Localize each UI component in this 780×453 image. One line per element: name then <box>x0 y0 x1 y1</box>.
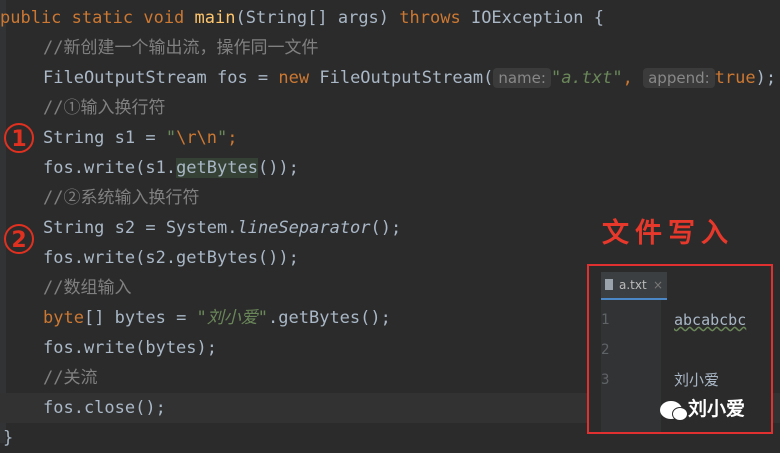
line-number: 2 <box>601 342 610 358</box>
file-line-2: 2 <box>601 335 771 365</box>
method-params: (String[] args) <box>235 8 390 28</box>
tab-a-txt[interactable]: a.txt × <box>601 272 667 300</box>
string-literal: "刘小爱" <box>196 308 269 328</box>
line-number: 3 <box>601 372 610 388</box>
comment: //关流 <box>43 368 98 388</box>
highlighted-method: getBytes <box>176 158 258 178</box>
wechat-icon <box>660 400 688 421</box>
code-text: ); <box>755 68 777 88</box>
string-literal: "a.txt" <box>550 68 623 88</box>
comment: //新创建一个输出流，操作同一文件 <box>43 38 319 58</box>
file-line-3: 3 刘小爱 <box>601 365 771 395</box>
code-text: [] bytes = <box>83 308 197 328</box>
code-text: fos.write(bytes); <box>43 338 217 358</box>
param-hint-name: name: <box>493 68 551 88</box>
file-line-text: abcabcbc <box>674 311 747 329</box>
keyword-new: new <box>278 68 310 88</box>
string-quote: " <box>165 128 177 148</box>
annotation-title: 文件写入 <box>602 218 734 249</box>
code-text: FileOutputStream fos = <box>43 68 279 88</box>
keyword-public: public <box>0 8 62 28</box>
watermark: 刘小爱 <box>660 394 745 421</box>
code-line-4[interactable]: //①输入换行符 <box>0 93 780 123</box>
file-line-text: 刘小爱 <box>674 371 720 389</box>
code-text: String s1 = <box>43 128 166 148</box>
code-line-5[interactable]: String s1 = "\r\n"; <box>0 123 780 153</box>
code-line-2[interactable]: //新创建一个输出流，操作同一文件 <box>0 33 780 63</box>
semicolon: ; <box>227 128 238 148</box>
code-text: fos.write(s1. <box>43 158 177 178</box>
code-text: FileOutputStream( <box>309 68 494 88</box>
method-name-main: main <box>194 8 236 28</box>
keyword-true: true <box>714 68 756 88</box>
code-line-3[interactable]: FileOutputStream fos = new FileOutputStr… <box>0 63 780 93</box>
code-text: .getBytes(); <box>268 308 391 328</box>
circled-number-2: 2 <box>4 224 34 254</box>
tab-label: a.txt <box>619 278 647 292</box>
circled-number-1: 1 <box>4 123 34 153</box>
string-quote: " <box>217 128 228 148</box>
line-number: 1 <box>601 312 610 328</box>
keyword-static: static <box>71 8 134 28</box>
code-text: ()); <box>257 158 299 178</box>
escape-sequence: \r\n <box>176 128 218 148</box>
file-icon <box>605 279 613 290</box>
param-hint-append: append: <box>643 68 715 88</box>
watermark-text: 刘小爱 <box>688 398 746 420</box>
comma: , <box>622 68 633 88</box>
comment: //数组输入 <box>43 278 132 298</box>
comment: //①输入换行符 <box>43 98 166 118</box>
code-text: fos.close(); <box>43 398 166 418</box>
close-icon[interactable]: × <box>653 272 663 298</box>
keyword-void: void <box>143 8 185 28</box>
code-text: String s2 = System. <box>43 218 238 238</box>
file-line-1: 1 abcabcbc <box>601 305 771 335</box>
keyword-byte: byte <box>43 308 84 328</box>
closing-brace: } <box>3 428 14 448</box>
exception-type: IOException { <box>470 8 605 28</box>
code-line-1[interactable]: public static void main(String[] args) t… <box>0 3 780 33</box>
code-text: fos.write(s2.getBytes()); <box>43 248 299 268</box>
code-line-7[interactable]: //②系统输入换行符 <box>0 183 780 213</box>
static-method: lineSeparator <box>237 218 371 238</box>
comment: //②系统输入换行符 <box>43 188 200 208</box>
keyword-throws: throws <box>399 8 461 28</box>
code-text: (); <box>370 218 402 238</box>
code-line-6[interactable]: fos.write(s1.getBytes()); <box>0 153 780 183</box>
